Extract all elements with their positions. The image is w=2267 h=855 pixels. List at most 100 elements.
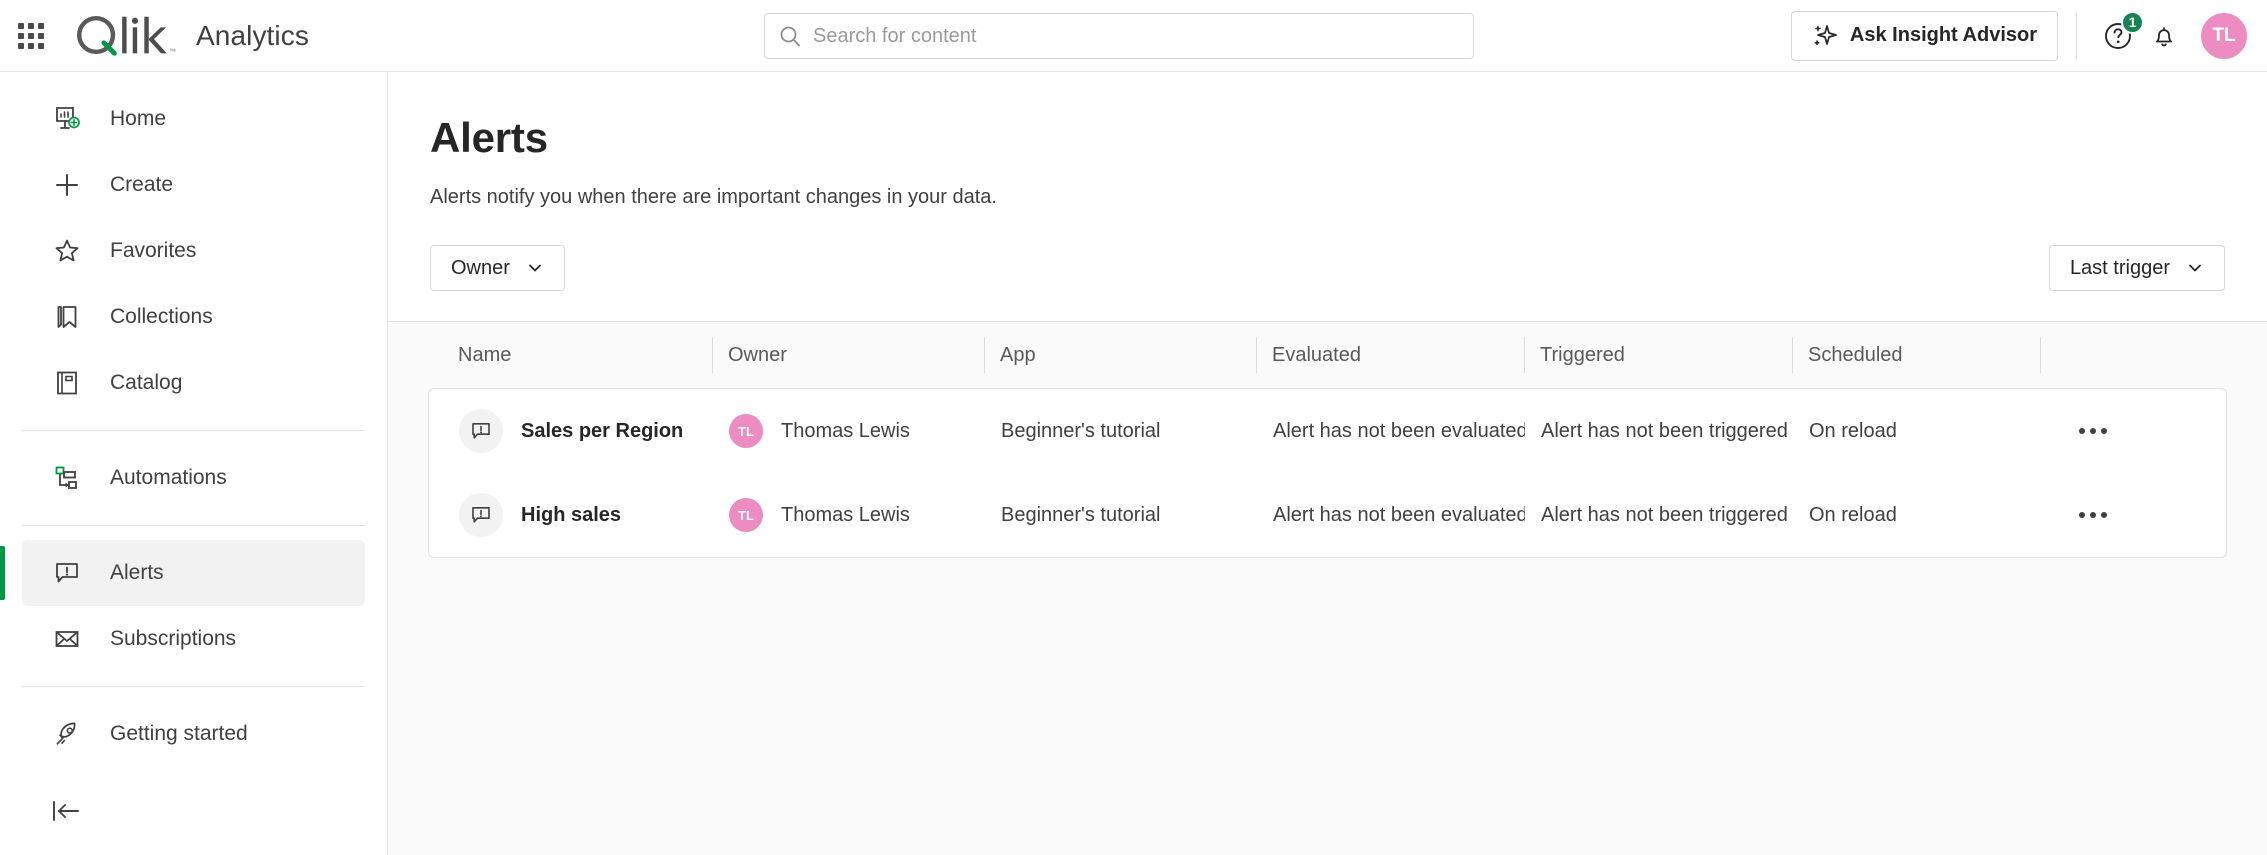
alert-bubble-icon: [459, 409, 503, 453]
bell-icon: [2149, 21, 2179, 51]
avatar: TL: [729, 414, 763, 448]
column-header-owner[interactable]: Owner: [712, 337, 984, 373]
sidebar: Home Create Favorites: [0, 72, 388, 855]
cell-name: High sales: [443, 493, 713, 537]
table-row[interactable]: High sales TL Thomas Lewis Beginner's tu…: [429, 473, 2226, 557]
main-content: Alerts Alerts notify you when there are …: [388, 72, 2267, 855]
cell-triggered: Alert has not been triggered: [1525, 504, 1793, 527]
cell-actions: [2041, 409, 2211, 453]
sidebar-item-catalog[interactable]: Catalog: [22, 350, 365, 416]
search-box[interactable]: [764, 13, 1474, 59]
sidebar-item-label: Getting started: [110, 722, 248, 746]
home-chart-icon: [50, 102, 84, 136]
app-launcher-icon[interactable]: [16, 21, 46, 51]
page-subtitle: Alerts notify you when there are importa…: [430, 186, 2267, 209]
cell-evaluated: Alert has not been evaluated: [1257, 504, 1525, 527]
avatar-initials: TL: [738, 424, 754, 439]
ask-insight-advisor-label: Ask Insight Advisor: [1850, 24, 2037, 47]
sidebar-item-alerts[interactable]: Alerts: [22, 540, 365, 606]
cell-app: Beginner's tutorial: [985, 420, 1257, 443]
column-header-evaluated[interactable]: Evaluated: [1256, 337, 1524, 373]
sort-label: Last trigger: [2070, 257, 2170, 280]
cell-owner: TL Thomas Lewis: [713, 414, 985, 448]
body: Home Create Favorites: [0, 72, 2267, 855]
search-container: [764, 13, 1474, 59]
sidebar-item-label: Subscriptions: [110, 627, 236, 651]
alert-bubble-icon: [50, 556, 84, 590]
column-header-triggered[interactable]: Triggered: [1524, 337, 1792, 373]
sidebar-divider: [22, 525, 365, 526]
avatar-initials: TL: [738, 508, 754, 523]
sidebar-item-label: Home: [110, 107, 166, 131]
cell-owner: TL Thomas Lewis: [713, 498, 985, 532]
table-row[interactable]: Sales per Region TL Thomas Lewis Beginne…: [429, 389, 2226, 473]
chevron-down-icon: [2186, 259, 2204, 277]
top-bar: ™ Analytics Ask Insight Advisor: [0, 0, 2267, 72]
sidebar-item-create[interactable]: Create: [22, 152, 365, 218]
book-icon: [50, 366, 84, 400]
cell-actions: [2041, 493, 2211, 537]
sidebar-item-label: Automations: [110, 466, 227, 490]
cell-name: Sales per Region: [443, 409, 713, 453]
chevron-down-icon: [526, 259, 544, 277]
page-title: Alerts: [430, 114, 2267, 162]
bookmark-icon: [50, 300, 84, 334]
sidebar-divider: [22, 430, 365, 431]
column-header-name[interactable]: Name: [442, 337, 712, 373]
alert-bubble-icon: [459, 493, 503, 537]
sidebar-item-automations[interactable]: Automations: [22, 445, 365, 511]
table-header-row: Name Owner App Evaluated Triggered Sched…: [428, 322, 2227, 388]
sidebar-divider: [22, 686, 365, 687]
notifications-button[interactable]: [2141, 13, 2187, 59]
sidebar-item-home[interactable]: Home: [22, 86, 365, 152]
help-button[interactable]: 1: [2095, 13, 2141, 59]
star-icon: [50, 234, 84, 268]
owner-filter-label: Owner: [451, 257, 510, 280]
svg-text:™: ™: [169, 48, 176, 55]
sidebar-item-label: Favorites: [110, 239, 196, 263]
column-header-actions: [2040, 337, 2210, 373]
sidebar-item-label: Alerts: [110, 561, 164, 585]
brand[interactable]: ™ Analytics: [72, 12, 309, 60]
qlik-analytics-app: ™ Analytics Ask Insight Advisor: [0, 0, 2267, 855]
owner-name: Thomas Lewis: [781, 420, 910, 443]
sidebar-item-label: Catalog: [110, 371, 182, 395]
search-input[interactable]: [813, 25, 1459, 48]
sidebar-item-label: Collections: [110, 305, 213, 329]
collapse-left-icon[interactable]: [50, 791, 90, 831]
more-options-icon[interactable]: [2071, 409, 2115, 453]
rocket-icon: [50, 717, 84, 751]
envelope-icon: [50, 622, 84, 656]
sidebar-item-subscriptions[interactable]: Subscriptions: [22, 606, 365, 672]
sidebar-item-favorites[interactable]: Favorites: [22, 218, 365, 284]
sparkle-icon: [1812, 23, 1838, 49]
cell-triggered: Alert has not been triggered: [1525, 420, 1793, 443]
automations-icon: [50, 461, 84, 495]
user-avatar-initials: TL: [2212, 25, 2235, 47]
avatar: TL: [729, 498, 763, 532]
alerts-table-card: Sales per Region TL Thomas Lewis Beginne…: [428, 388, 2227, 558]
alert-name: Sales per Region: [521, 420, 683, 443]
top-bar-actions: Ask Insight Advisor 1 TL: [1791, 0, 2267, 71]
column-header-scheduled[interactable]: Scheduled: [1792, 337, 2040, 373]
ask-insight-advisor-button[interactable]: Ask Insight Advisor: [1791, 11, 2058, 61]
sort-dropdown[interactable]: Last trigger: [2049, 245, 2225, 291]
owner-name: Thomas Lewis: [781, 504, 910, 527]
sidebar-item-getting-started[interactable]: Getting started: [22, 701, 365, 767]
search-icon: [779, 25, 801, 47]
toolbar-divider: [2076, 13, 2077, 59]
cell-app: Beginner's tutorial: [985, 504, 1257, 527]
user-avatar[interactable]: TL: [2201, 13, 2247, 59]
owner-filter-dropdown[interactable]: Owner: [430, 245, 565, 291]
qlik-logo: ™: [72, 12, 180, 60]
cell-evaluated: Alert has not been evaluated: [1257, 420, 1525, 443]
cell-scheduled: On reload: [1793, 504, 2041, 527]
alert-name: High sales: [521, 504, 621, 527]
filters-bar: Owner Last trigger: [388, 209, 2267, 291]
page-header: Alerts Alerts notify you when there are …: [388, 72, 2267, 209]
column-header-app[interactable]: App: [984, 337, 1256, 373]
alerts-table-area: Name Owner App Evaluated Triggered Sched…: [388, 321, 2267, 855]
more-options-icon[interactable]: [2071, 493, 2115, 537]
sidebar-item-collections[interactable]: Collections: [22, 284, 365, 350]
plus-icon: [50, 168, 84, 202]
